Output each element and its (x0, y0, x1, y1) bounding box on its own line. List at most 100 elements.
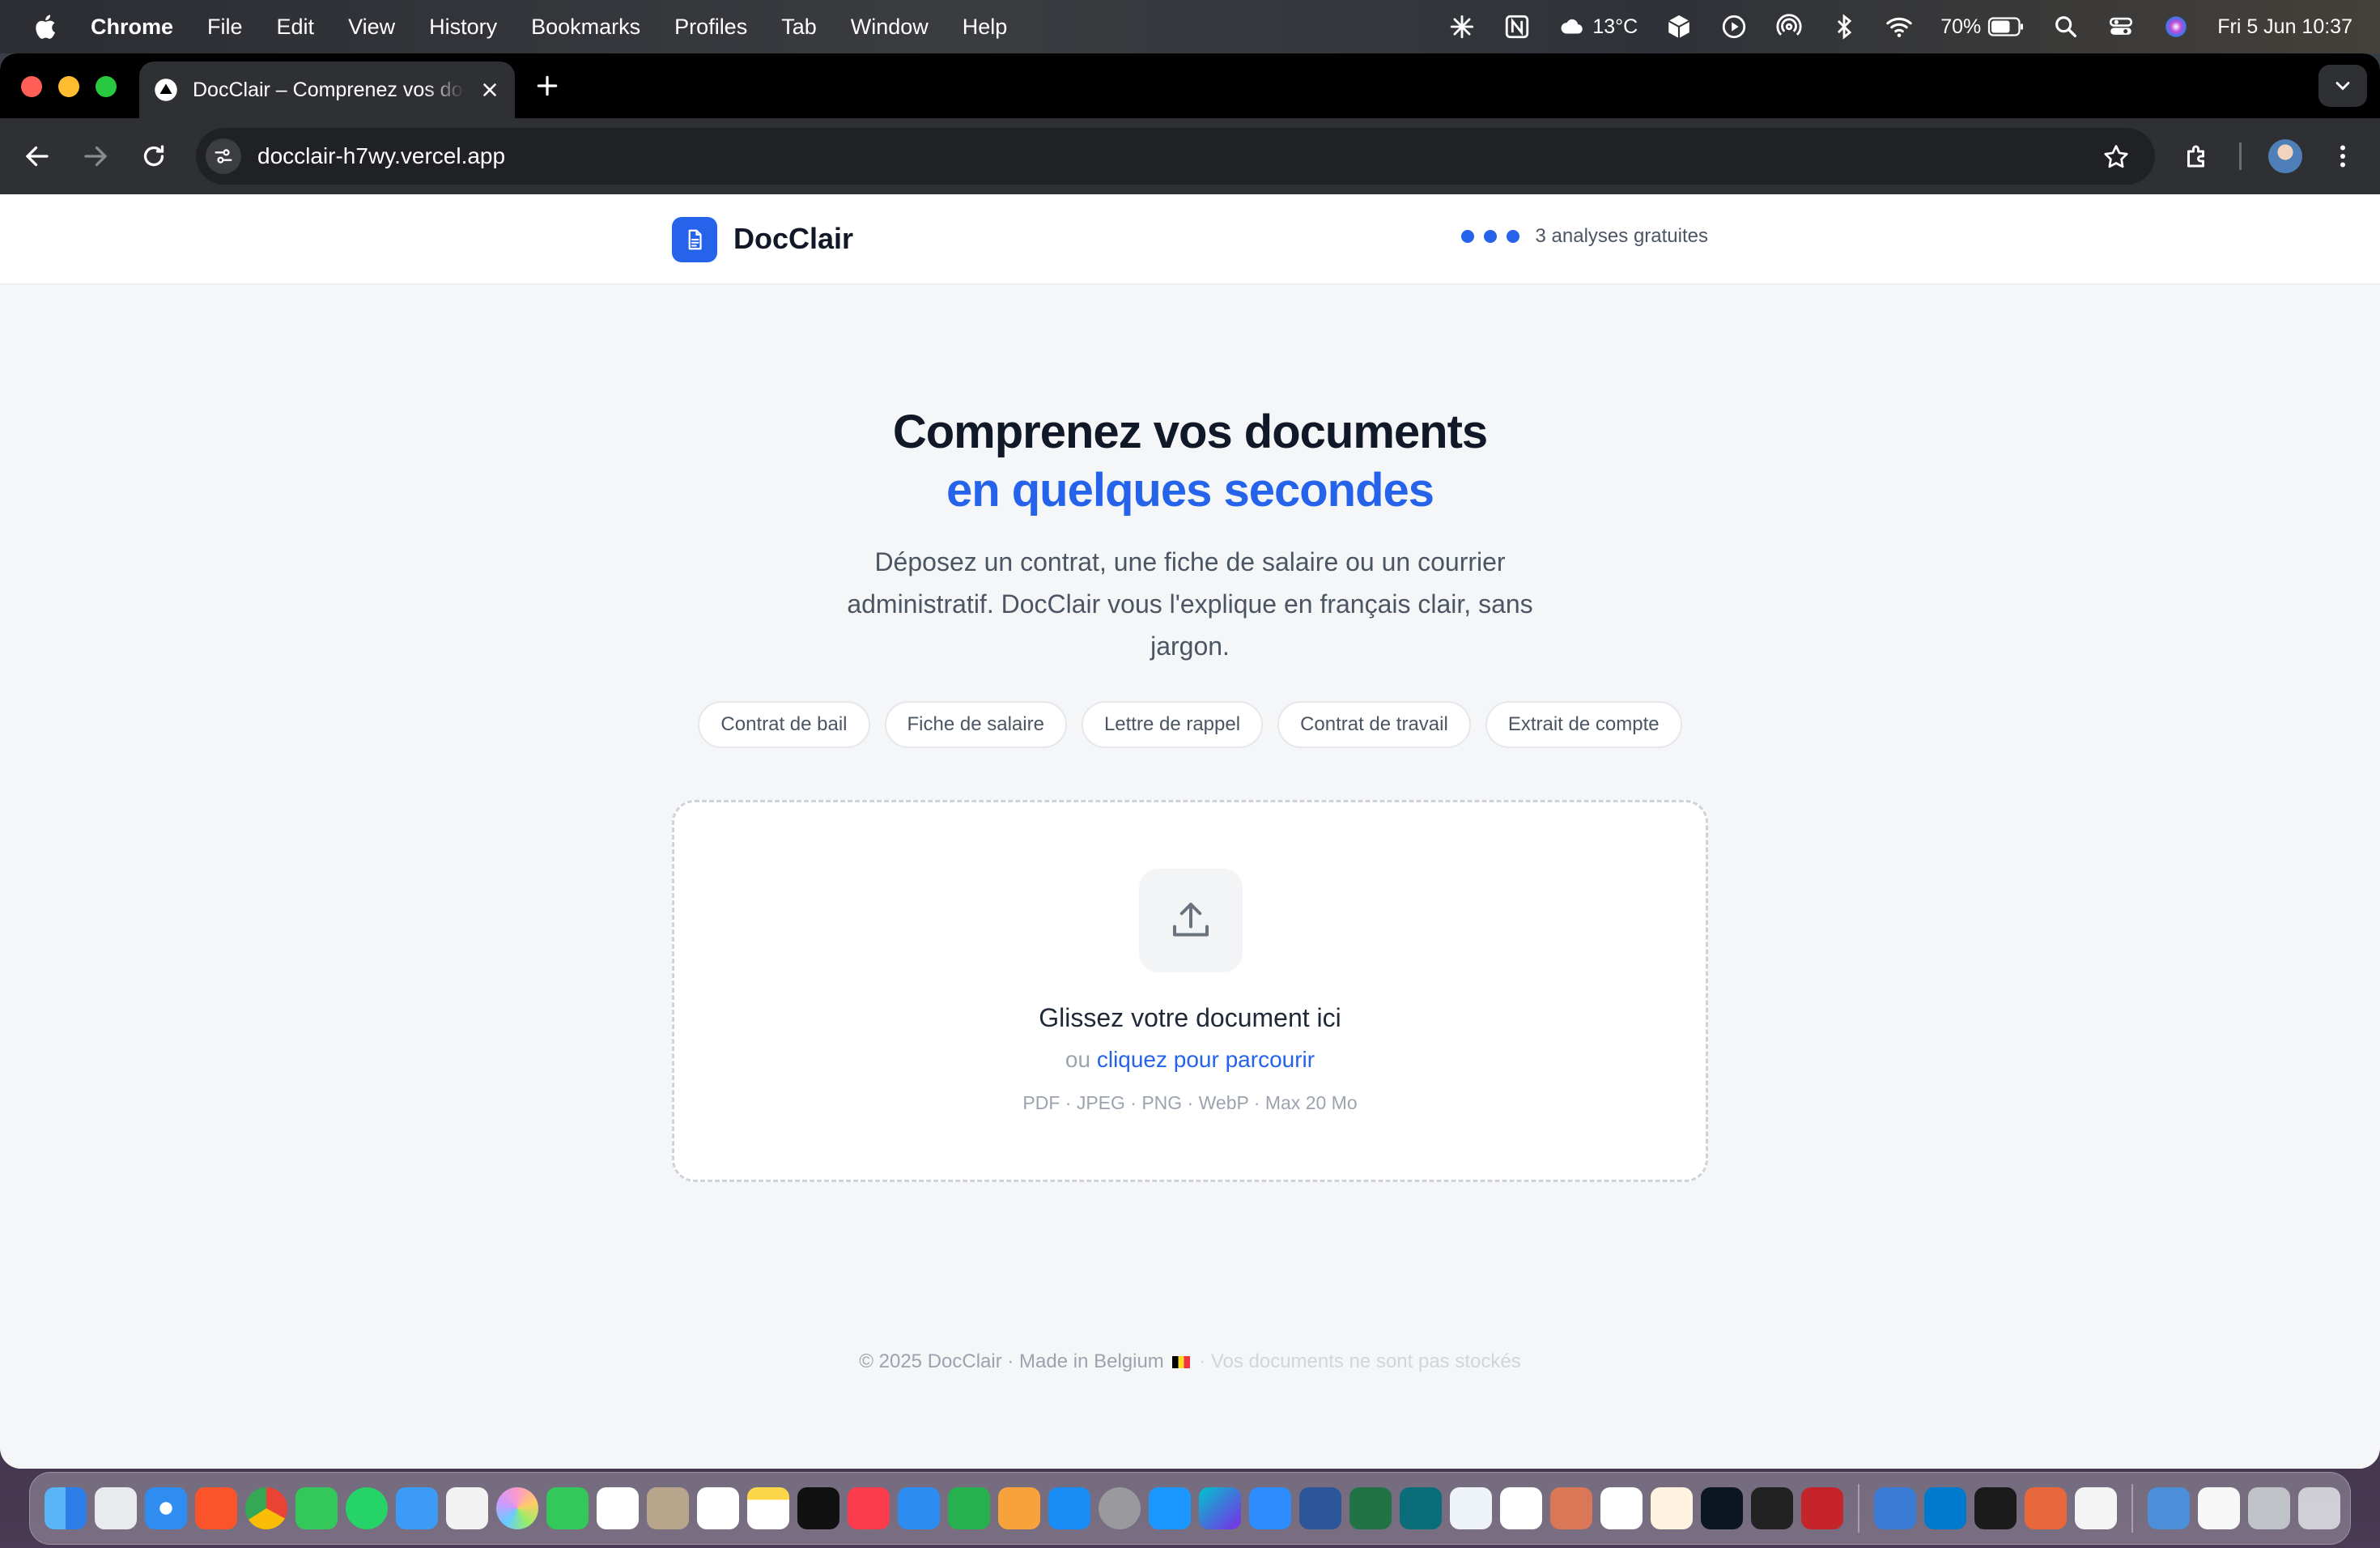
menu-help[interactable]: Help (963, 15, 1008, 40)
battery-widget[interactable]: 70% (1940, 15, 2025, 39)
app-store-icon[interactable] (1048, 1487, 1090, 1529)
address-bar[interactable] (196, 128, 2155, 185)
safari-icon[interactable] (145, 1487, 187, 1529)
system-settings-icon[interactable] (1099, 1487, 1141, 1529)
music-icon[interactable] (848, 1487, 890, 1529)
profile-avatar[interactable] (2268, 139, 2302, 173)
cursor-icon[interactable] (1751, 1487, 1793, 1529)
siri-icon[interactable] (2162, 13, 2190, 40)
whatsapp-icon[interactable] (346, 1487, 388, 1529)
chrome-icon[interactable] (245, 1487, 287, 1529)
monitor-app-icon[interactable] (1400, 1487, 1442, 1529)
launchpad-icon[interactable] (95, 1487, 137, 1529)
menu-file[interactable]: File (207, 15, 243, 40)
canva-icon[interactable] (1199, 1487, 1241, 1529)
pages-icon[interactable] (998, 1487, 1040, 1529)
keynote-icon[interactable] (898, 1487, 940, 1529)
reminders-icon[interactable] (697, 1487, 739, 1529)
asterisk-app-icon[interactable] (1448, 13, 1476, 40)
contacts-icon[interactable] (647, 1487, 689, 1529)
chatgpt-icon[interactable] (1600, 1487, 1643, 1529)
maps-icon[interactable] (446, 1487, 488, 1529)
vercel-favicon-icon (155, 79, 177, 101)
menu-app-name[interactable]: Chrome (91, 15, 173, 40)
perplexity-icon[interactable] (1701, 1487, 1743, 1529)
site-logo-text[interactable]: DocClair (733, 222, 853, 256)
chip-fiche-de-salaire[interactable]: Fiche de salaire (884, 701, 1067, 748)
window-minimize-button[interactable] (58, 76, 79, 97)
control-center-icon[interactable] (2107, 13, 2135, 40)
word-icon[interactable] (1299, 1487, 1341, 1529)
chip-extrait-de-compte[interactable]: Extrait de compte (1485, 701, 1682, 748)
vscode-icon[interactable] (1924, 1487, 1966, 1529)
menu-tab[interactable]: Tab (781, 15, 817, 40)
menu-profiles[interactable]: Profiles (674, 15, 747, 40)
brave-icon[interactable] (195, 1487, 237, 1529)
numbers-icon[interactable] (948, 1487, 990, 1529)
chip-lettre-de-rappel[interactable]: Lettre de rappel (1081, 701, 1264, 748)
kebab-menu-icon[interactable] (2328, 142, 2357, 171)
play-circle-icon[interactable] (1720, 13, 1748, 40)
prime-video-icon[interactable] (1149, 1487, 1191, 1529)
tab-search-button[interactable] (2318, 65, 2367, 107)
credit-dot (1460, 230, 1474, 243)
facetime-icon[interactable] (546, 1487, 589, 1529)
mango-app-icon[interactable] (1651, 1487, 1693, 1529)
wifi-icon[interactable] (1885, 13, 1913, 40)
menu-history[interactable]: History (429, 15, 497, 40)
tab-close-icon[interactable] (479, 79, 500, 100)
database-app-icon[interactable] (1874, 1487, 1916, 1529)
notion-icon[interactable] (1500, 1487, 1542, 1529)
downloads-folder-icon[interactable] (2148, 1487, 2190, 1529)
logo-badge[interactable] (672, 217, 717, 262)
apple-tv-icon[interactable] (797, 1487, 839, 1529)
tab-strip: DocClair – Comprenez vos documents (0, 53, 2380, 118)
trash-icon[interactable] (2298, 1487, 2340, 1529)
screenshot-stack-icon[interactable] (2248, 1487, 2290, 1529)
menu-clock[interactable]: Fri 5 Jun 10:37 (2217, 15, 2352, 39)
messages-icon[interactable] (295, 1487, 338, 1529)
url-input[interactable] (257, 143, 2038, 169)
menu-bookmarks[interactable]: Bookmarks (531, 15, 640, 40)
browser-tab-active[interactable]: DocClair – Comprenez vos documents (139, 62, 515, 118)
finder-icon[interactable] (45, 1487, 87, 1529)
window-close-button[interactable] (21, 76, 42, 97)
chip-contrat-de-bail[interactable]: Contrat de bail (698, 701, 870, 748)
browse-files-link[interactable]: cliquez pour parcourir (1097, 1047, 1315, 1072)
airdrop-icon[interactable] (1775, 13, 1803, 40)
cube-icon[interactable] (1665, 13, 1693, 40)
forward-arrow-icon[interactable] (81, 142, 110, 171)
weather-widget[interactable]: 13°C (1558, 13, 1638, 40)
site-settings-icon (215, 149, 232, 164)
document-stack-icon[interactable] (2198, 1487, 2240, 1529)
menu-edit[interactable]: Edit (277, 15, 315, 40)
window-maximize-button[interactable] (96, 76, 117, 97)
spotlight-search-icon[interactable] (2052, 13, 2080, 40)
calendar-icon[interactable] (597, 1487, 639, 1529)
photos-icon[interactable] (496, 1487, 538, 1529)
credits-label: 3 analyses gratuites (1535, 225, 1708, 247)
mail-icon[interactable] (396, 1487, 438, 1529)
excel-icon[interactable] (1349, 1487, 1392, 1529)
zoom-icon[interactable] (1249, 1487, 1291, 1529)
terminal-icon[interactable] (1974, 1487, 2017, 1529)
upload-dropzone[interactable]: Glissez votre document ici ou cliquez po… (672, 800, 1708, 1182)
notion-menu-icon[interactable] (1503, 13, 1531, 40)
claude-code-icon[interactable] (2025, 1487, 2067, 1529)
reload-icon[interactable] (139, 142, 168, 171)
extensions-puzzle-icon[interactable] (2182, 142, 2212, 171)
chip-contrat-de-travail[interactable]: Contrat de travail (1277, 701, 1471, 748)
claude-icon[interactable] (1550, 1487, 1592, 1529)
menu-view[interactable]: View (348, 15, 395, 40)
bookmark-star-icon[interactable] (2102, 142, 2131, 172)
menu-window[interactable]: Window (851, 15, 929, 40)
bluetooth-icon[interactable] (1830, 13, 1858, 40)
new-tab-icon[interactable] (534, 73, 560, 99)
back-arrow-icon[interactable] (23, 142, 52, 171)
site-info-button[interactable] (206, 138, 241, 174)
apple-logo-icon[interactable] (32, 13, 57, 40)
textedit-icon[interactable] (1450, 1487, 1492, 1529)
notes-icon[interactable] (747, 1487, 789, 1529)
preview-icon[interactable] (2075, 1487, 2117, 1529)
red-app-icon[interactable] (1801, 1487, 1843, 1529)
